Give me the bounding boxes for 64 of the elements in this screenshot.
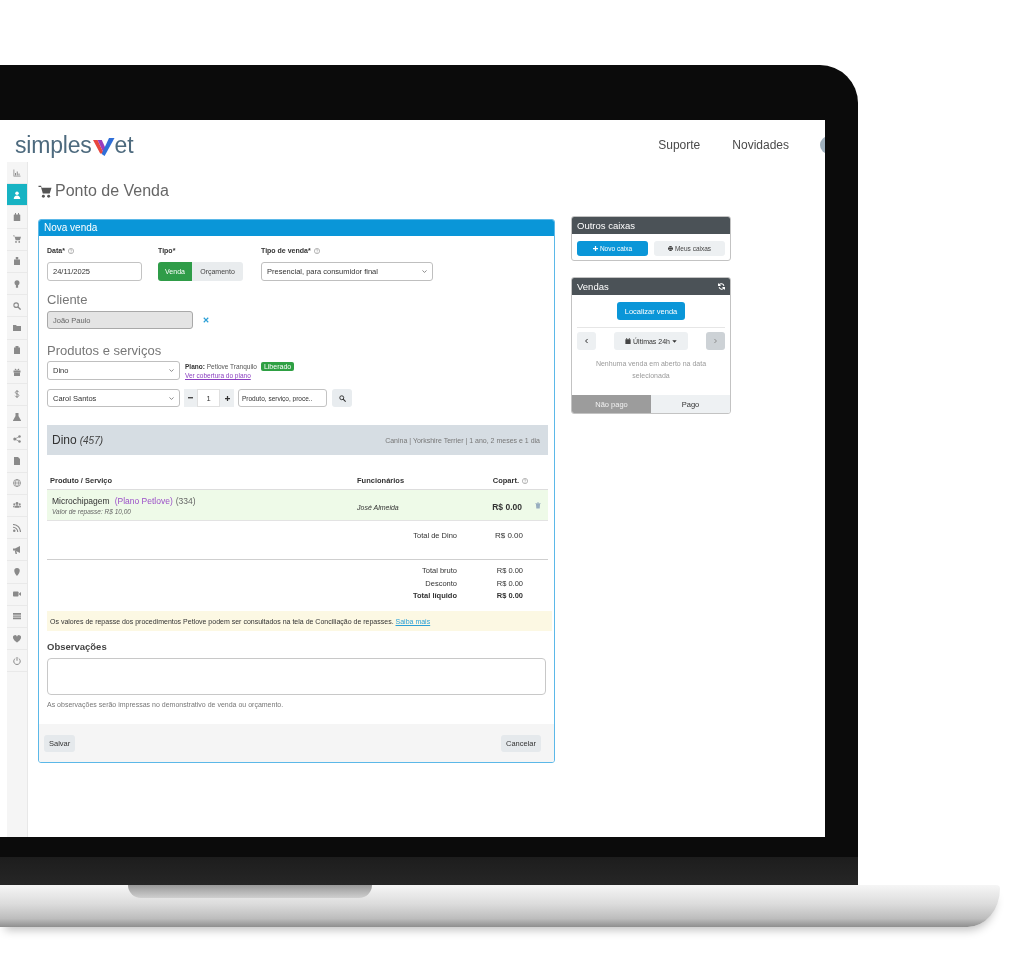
users-icon xyxy=(13,501,21,510)
trash-icon[interactable] xyxy=(535,501,541,509)
notes-field[interactable] xyxy=(47,658,546,695)
panel-title: Vendas xyxy=(577,280,609,293)
dollar-icon xyxy=(13,390,21,399)
logo-text: simples xyxy=(15,134,92,156)
printer-icon xyxy=(667,246,673,251)
nodes-icon xyxy=(13,434,21,443)
chevron-down-icon xyxy=(422,269,427,274)
table-cell: R$ 0.00 xyxy=(492,502,522,512)
calendar-icon xyxy=(13,212,21,221)
product-code: (334) xyxy=(175,495,196,506)
cart-icon xyxy=(13,235,21,244)
map-marker-icon xyxy=(13,567,21,576)
chevron-left-icon xyxy=(584,338,589,344)
globe-icon xyxy=(13,479,21,488)
search-icon xyxy=(13,301,21,310)
logo-text: et xyxy=(114,134,134,156)
close-icon[interactable] xyxy=(203,317,209,323)
search-button[interactable] xyxy=(332,389,352,407)
nav-link[interactable]: Suporte xyxy=(658,134,701,156)
flask-icon xyxy=(13,412,21,421)
nav-link[interactable]: Novidades xyxy=(732,134,789,156)
chevron-down-icon xyxy=(169,368,174,373)
video-camera-icon xyxy=(13,590,21,599)
megaphone-icon xyxy=(13,545,21,554)
folder-icon xyxy=(13,323,21,332)
document-icon xyxy=(13,457,21,466)
list-icon xyxy=(13,612,21,621)
sidebar-item[interactable] xyxy=(7,184,27,207)
refresh-icon[interactable] xyxy=(718,283,725,290)
caret-down-icon xyxy=(672,339,677,343)
logo-mark-icon xyxy=(92,137,115,156)
previous-button[interactable] xyxy=(577,332,596,350)
section-heading: Cliente xyxy=(47,292,89,307)
plan-tag: (Plano Petlove) xyxy=(114,495,173,506)
chevron-down-icon xyxy=(169,395,174,401)
lightbulb-icon xyxy=(13,279,21,288)
cart-icon xyxy=(38,184,52,198)
panel-title: Nova venda xyxy=(44,222,98,234)
clipboard-icon xyxy=(13,346,21,355)
power-icon xyxy=(13,656,21,665)
user-icon xyxy=(13,190,21,199)
page-title: Ponto de Venda xyxy=(55,181,169,201)
pet-code: (457) xyxy=(79,435,104,446)
increment-button[interactable] xyxy=(220,389,234,407)
avatar-icon xyxy=(820,136,825,154)
decrement-button[interactable] xyxy=(184,389,197,407)
total-value: R$ 0.00 xyxy=(493,530,523,542)
field-label: Observações xyxy=(47,640,108,654)
product-name: Microchipagem xyxy=(52,495,110,506)
heart-icon xyxy=(13,634,21,643)
section-heading: Produtos e serviços xyxy=(47,343,163,358)
calendar-icon xyxy=(625,338,631,344)
rss-icon xyxy=(13,523,21,532)
plus-icon xyxy=(224,395,230,401)
minus-icon xyxy=(188,397,193,399)
panel-title: Outros caixas xyxy=(577,219,636,232)
chevron-right-icon xyxy=(713,338,718,344)
pet-name: Dino xyxy=(52,433,77,447)
plus-icon xyxy=(592,246,598,251)
search-icon xyxy=(338,394,346,402)
gift-icon xyxy=(13,368,21,377)
building-icon xyxy=(13,257,21,266)
